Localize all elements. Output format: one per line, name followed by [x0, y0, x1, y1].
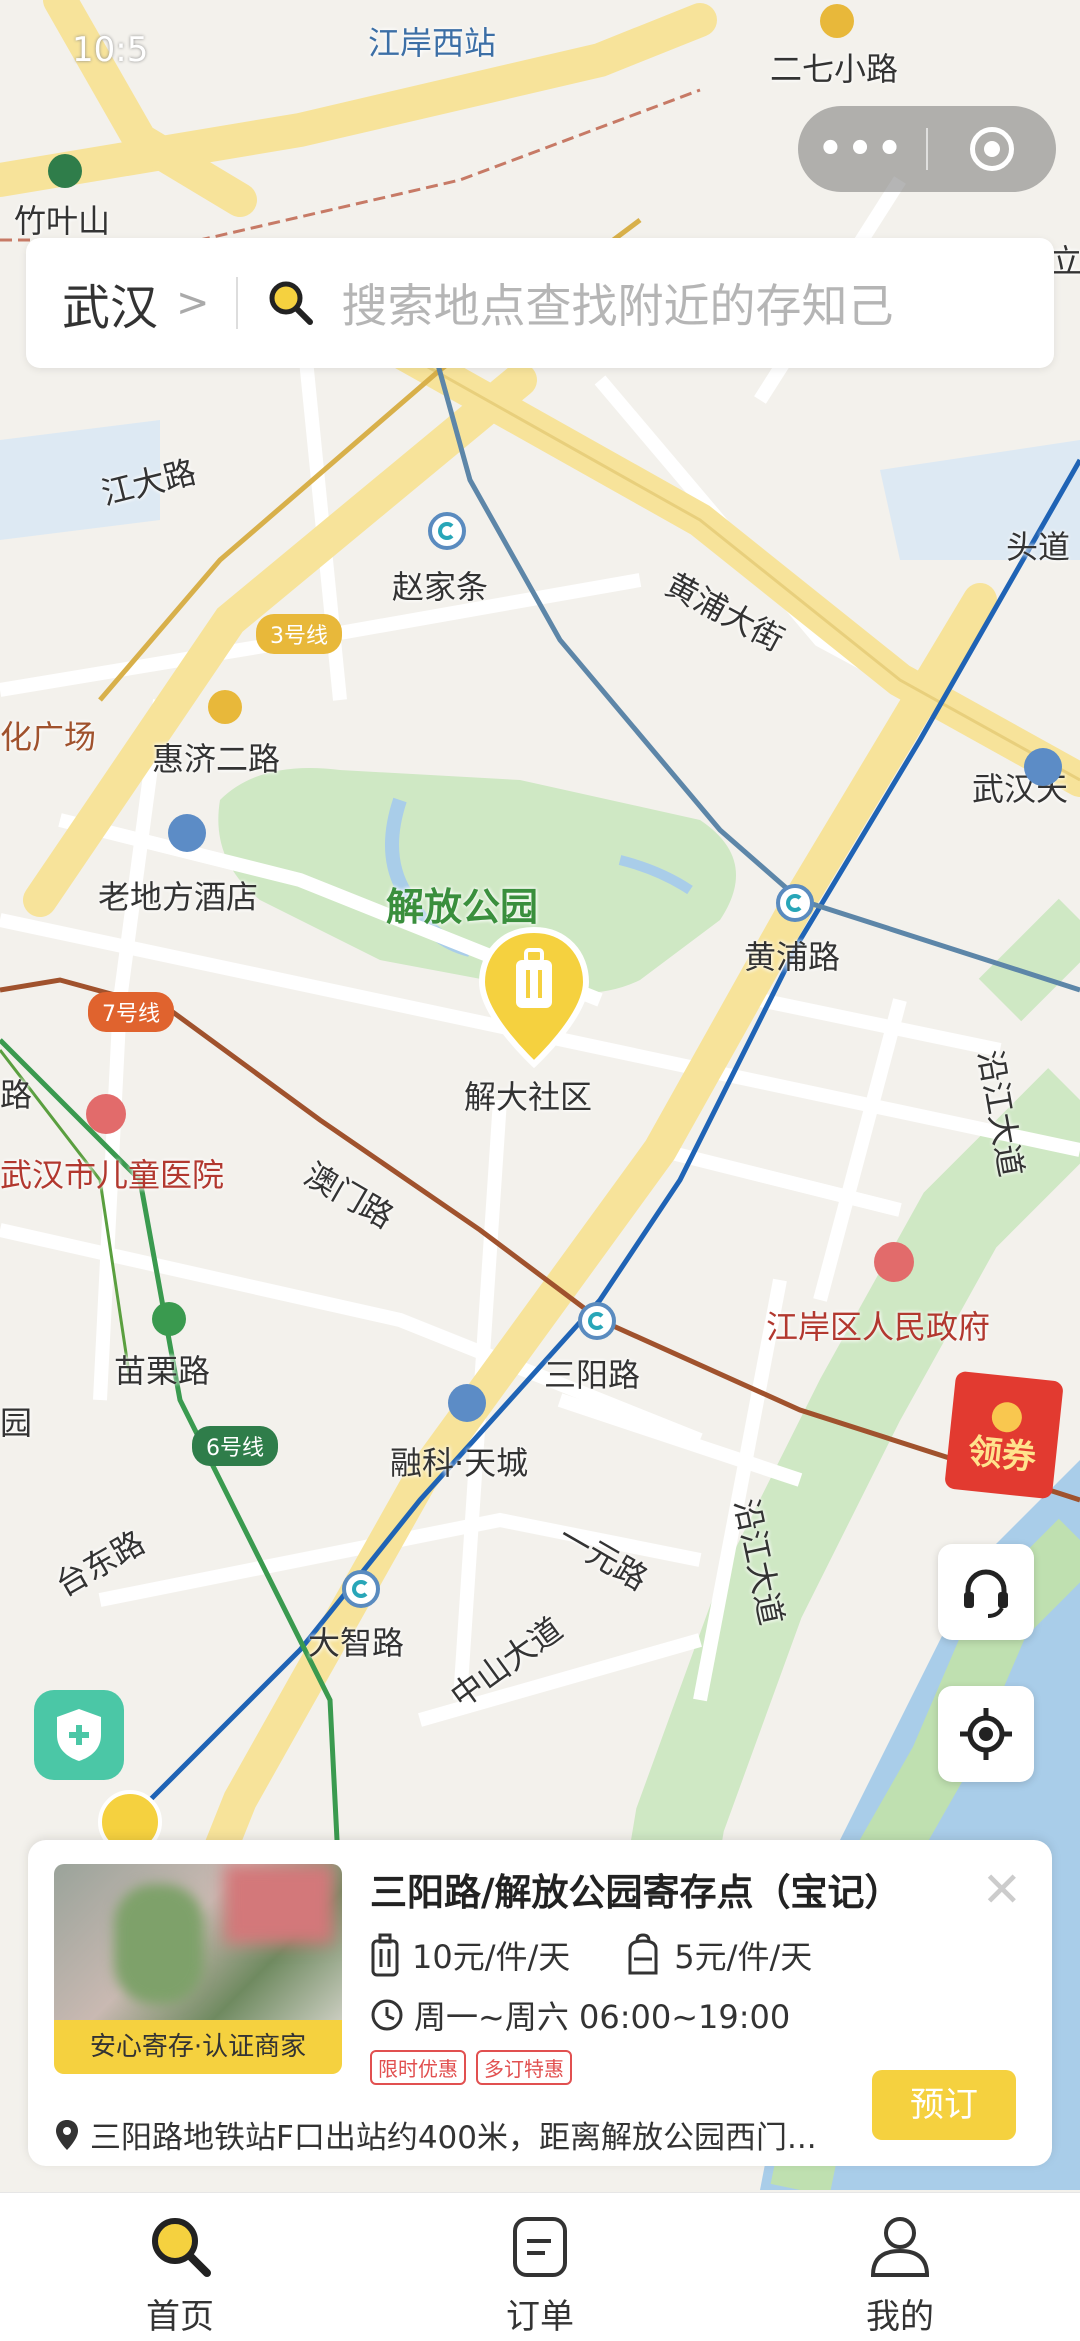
tab-mine[interactable]: 我的 — [720, 2193, 1080, 2341]
map-label: 化广场 — [0, 718, 97, 756]
mini-program-capsule: ••• — [798, 106, 1056, 192]
map-label: 老地方酒店 — [98, 878, 259, 916]
shield-plus-icon — [57, 1709, 101, 1761]
book-button[interactable]: 预订 — [872, 2070, 1016, 2140]
store-address: 三阳路地铁站F口出站约400米，距离解放公园西门... — [54, 2112, 817, 2157]
locate-icon — [960, 1708, 1012, 1760]
promo-tags: 限时优惠 多订特惠 — [370, 2050, 572, 2085]
metro-station-icon — [342, 1570, 380, 1608]
order-list-icon — [513, 2217, 567, 2277]
metro-line-badge: 7号线 — [88, 992, 174, 1032]
close-card-button[interactable]: ✕ — [982, 1862, 1022, 1918]
certified-merchant-badge: 安心寄存·认证商家 — [54, 2020, 342, 2074]
tab-orders[interactable]: 订单 — [360, 2193, 720, 2341]
map-label: 大智路 — [308, 1624, 405, 1662]
map-label: 解大社区 — [464, 1078, 593, 1116]
clock-icon — [371, 1999, 403, 2031]
city-selector[interactable]: 武汉 — [62, 268, 158, 338]
user-icon — [870, 2217, 930, 2277]
metro-m-icon — [152, 1302, 186, 1336]
tab-orders-label: 订单 — [506, 2297, 574, 2337]
metro-station-icon — [428, 512, 466, 550]
customer-service-button[interactable] — [938, 1544, 1034, 1640]
chevron-right-icon: > — [176, 280, 210, 326]
search-home-icon — [152, 2218, 211, 2277]
close-mini-program-button[interactable] — [928, 127, 1056, 171]
metro-line-badge: 3号线 — [256, 614, 342, 654]
address-text: 三阳路地铁站F口出站约400米，距离解放公园西门... — [90, 2120, 817, 2156]
tab-home-label: 首页 — [146, 2297, 214, 2337]
metro-station-icon — [578, 1302, 616, 1340]
map-label: 惠济二路 — [152, 740, 281, 778]
status-bar: 10:5 — [0, 0, 1080, 90]
tab-home[interactable]: 首页 — [0, 2193, 360, 2341]
hospital-icon — [86, 1094, 126, 1134]
luggage-pin-icon — [478, 926, 590, 1069]
luggage-icon — [371, 1933, 399, 1977]
building-icon — [448, 1384, 486, 1422]
price-luggage: 10元/件/天 — [412, 1938, 571, 1976]
map-label: 立 — [1050, 242, 1080, 280]
map-label: 赵家条 — [392, 568, 489, 606]
building-icon — [1024, 748, 1062, 786]
tab-mine-label: 我的 — [866, 2297, 934, 2337]
metro-m-icon — [48, 154, 82, 188]
map-label: 竹叶山 — [14, 202, 111, 240]
more-menu-button[interactable]: ••• — [798, 126, 926, 172]
map-label: 苗栗路 — [114, 1352, 211, 1390]
promo-tag: 多订特惠 — [476, 2050, 572, 2085]
store-info-card[interactable]: 安心寄存·认证商家 三阳路/解放公园寄存点（宝记） ✕ 10元/件/天 5元/件… — [28, 1840, 1052, 2166]
target-ring-icon — [970, 127, 1014, 171]
search-icon — [266, 278, 316, 328]
map-label-park: 解放公园 — [386, 885, 539, 929]
map-label: 头道 — [1006, 528, 1071, 566]
bottom-tab-bar: 首页 订单 我的 — [0, 2192, 1080, 2341]
locate-me-button[interactable] — [938, 1686, 1034, 1782]
map-label-hospital: 武汉市儿童医院 — [0, 1156, 225, 1194]
headset-icon — [964, 1569, 1008, 1618]
location-pin-icon — [56, 2119, 78, 2150]
business-hours: 周一~周六 06:00~19:00 — [414, 1998, 791, 2036]
map-label: 融科·天城 — [390, 1444, 529, 1482]
map-label: 黄浦路 — [744, 938, 841, 976]
metro-m-icon — [208, 690, 242, 724]
promo-tag: 限时优惠 — [370, 2050, 466, 2085]
status-time: 10:5 — [72, 30, 149, 70]
government-icon — [874, 1242, 914, 1282]
backpack-icon — [628, 1933, 658, 1975]
store-title: 三阳路/解放公园寄存点（宝记） — [370, 1871, 902, 1914]
search-bar: 武汉 > 搜索地点查找附近的存知己 — [26, 238, 1054, 368]
storage-location-pin[interactable] — [474, 924, 594, 1072]
map-label: 三阳路 — [544, 1356, 641, 1394]
hours-row: 周一~周六 06:00~19:00 — [370, 1992, 790, 2038]
hotel-icon — [168, 814, 206, 852]
price-row: 10元/件/天 5元/件/天 — [370, 1932, 812, 1978]
coupon-button[interactable]: 领券 — [944, 1370, 1064, 1500]
map-label-gov: 江岸区人民政府 — [766, 1308, 991, 1346]
map-label: 园 — [0, 1404, 33, 1442]
price-bag: 5元/件/天 — [674, 1938, 813, 1976]
search-input[interactable]: 搜索地点查找附近的存知己 — [342, 270, 894, 336]
metro-station-icon — [776, 884, 814, 922]
safety-shield-button[interactable] — [34, 1690, 124, 1780]
metro-line-badge: 6号线 — [192, 1426, 278, 1466]
map-label: 路 — [0, 1076, 33, 1114]
